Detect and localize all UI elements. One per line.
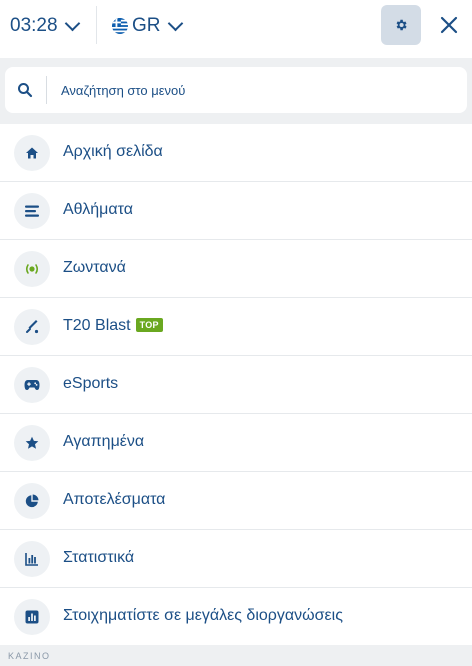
settings-button[interactable] [381,5,421,45]
divider [46,76,47,104]
menu-item-big-tournaments[interactable]: Στοιχηματίστε σε μεγάλες διοργανώσεις [0,588,472,645]
live-icon [14,251,50,287]
menu-item-label: Στατιστικά [63,549,135,566]
menu-item-sports[interactable]: Αθλήματα [0,182,472,240]
search-input[interactable] [61,80,451,100]
menu-item-live[interactable]: Ζωντανά [0,240,472,298]
menu-item-label: Ζωντανά [63,259,126,276]
menu-item-results[interactable]: Αποτελέσματα [0,472,472,530]
search-section [0,58,472,122]
close-icon [440,16,458,34]
list-icon [14,193,50,229]
menu-item-favorites[interactable]: Αγαπημένα [0,414,472,472]
menu-item-home[interactable]: Αρχική σελίδα [0,124,472,182]
bar-chart-icon [14,541,50,577]
menu-item-label: Αρχική σελίδα [63,143,163,160]
divider [96,6,97,44]
language-code: GR [132,15,161,36]
menu-item-label: T20 Blast TOP [63,317,163,335]
menu-item-label: Στοιχηματίστε σε μεγάλες διοργανώσεις [63,607,343,624]
gamepad-icon [14,367,50,403]
chevron-down-icon [167,15,183,32]
time-value: 03:28 [10,15,58,36]
language-selector[interactable]: GR [112,14,183,38]
menu-item-label: Αποτελέσματα [63,491,166,508]
chevron-down-icon [64,15,80,32]
tournament-chart-icon [14,599,50,635]
menu-item-statistics[interactable]: Στατιστικά [0,530,472,588]
greece-flag-icon [112,18,128,34]
cricket-bat-icon [14,309,50,345]
section-header-casino: KAZINO [0,646,472,666]
time-selector[interactable]: 03:28 [10,14,80,38]
menu-item-text: T20 Blast [63,317,131,334]
main-menu: Αρχική σελίδα Αθλήματα Ζωντανά T20 Blast… [0,124,472,645]
search-icon [17,82,33,98]
search-box [5,67,467,113]
star-icon [14,425,50,461]
menu-item-esports[interactable]: eSports [0,356,472,414]
gear-icon [394,18,408,32]
menu-item-label: Αθλήματα [63,201,133,218]
menu-item-t20-blast[interactable]: T20 Blast TOP [0,298,472,356]
pie-chart-icon [14,483,50,519]
top-badge: TOP [135,318,163,332]
menu-item-label: eSports [63,375,119,392]
home-icon [14,135,50,171]
top-bar: 03:28 GR [0,0,472,58]
section-label: KAZINO [8,651,51,661]
menu-item-label: Αγαπημένα [63,433,145,450]
close-button[interactable] [436,12,462,38]
